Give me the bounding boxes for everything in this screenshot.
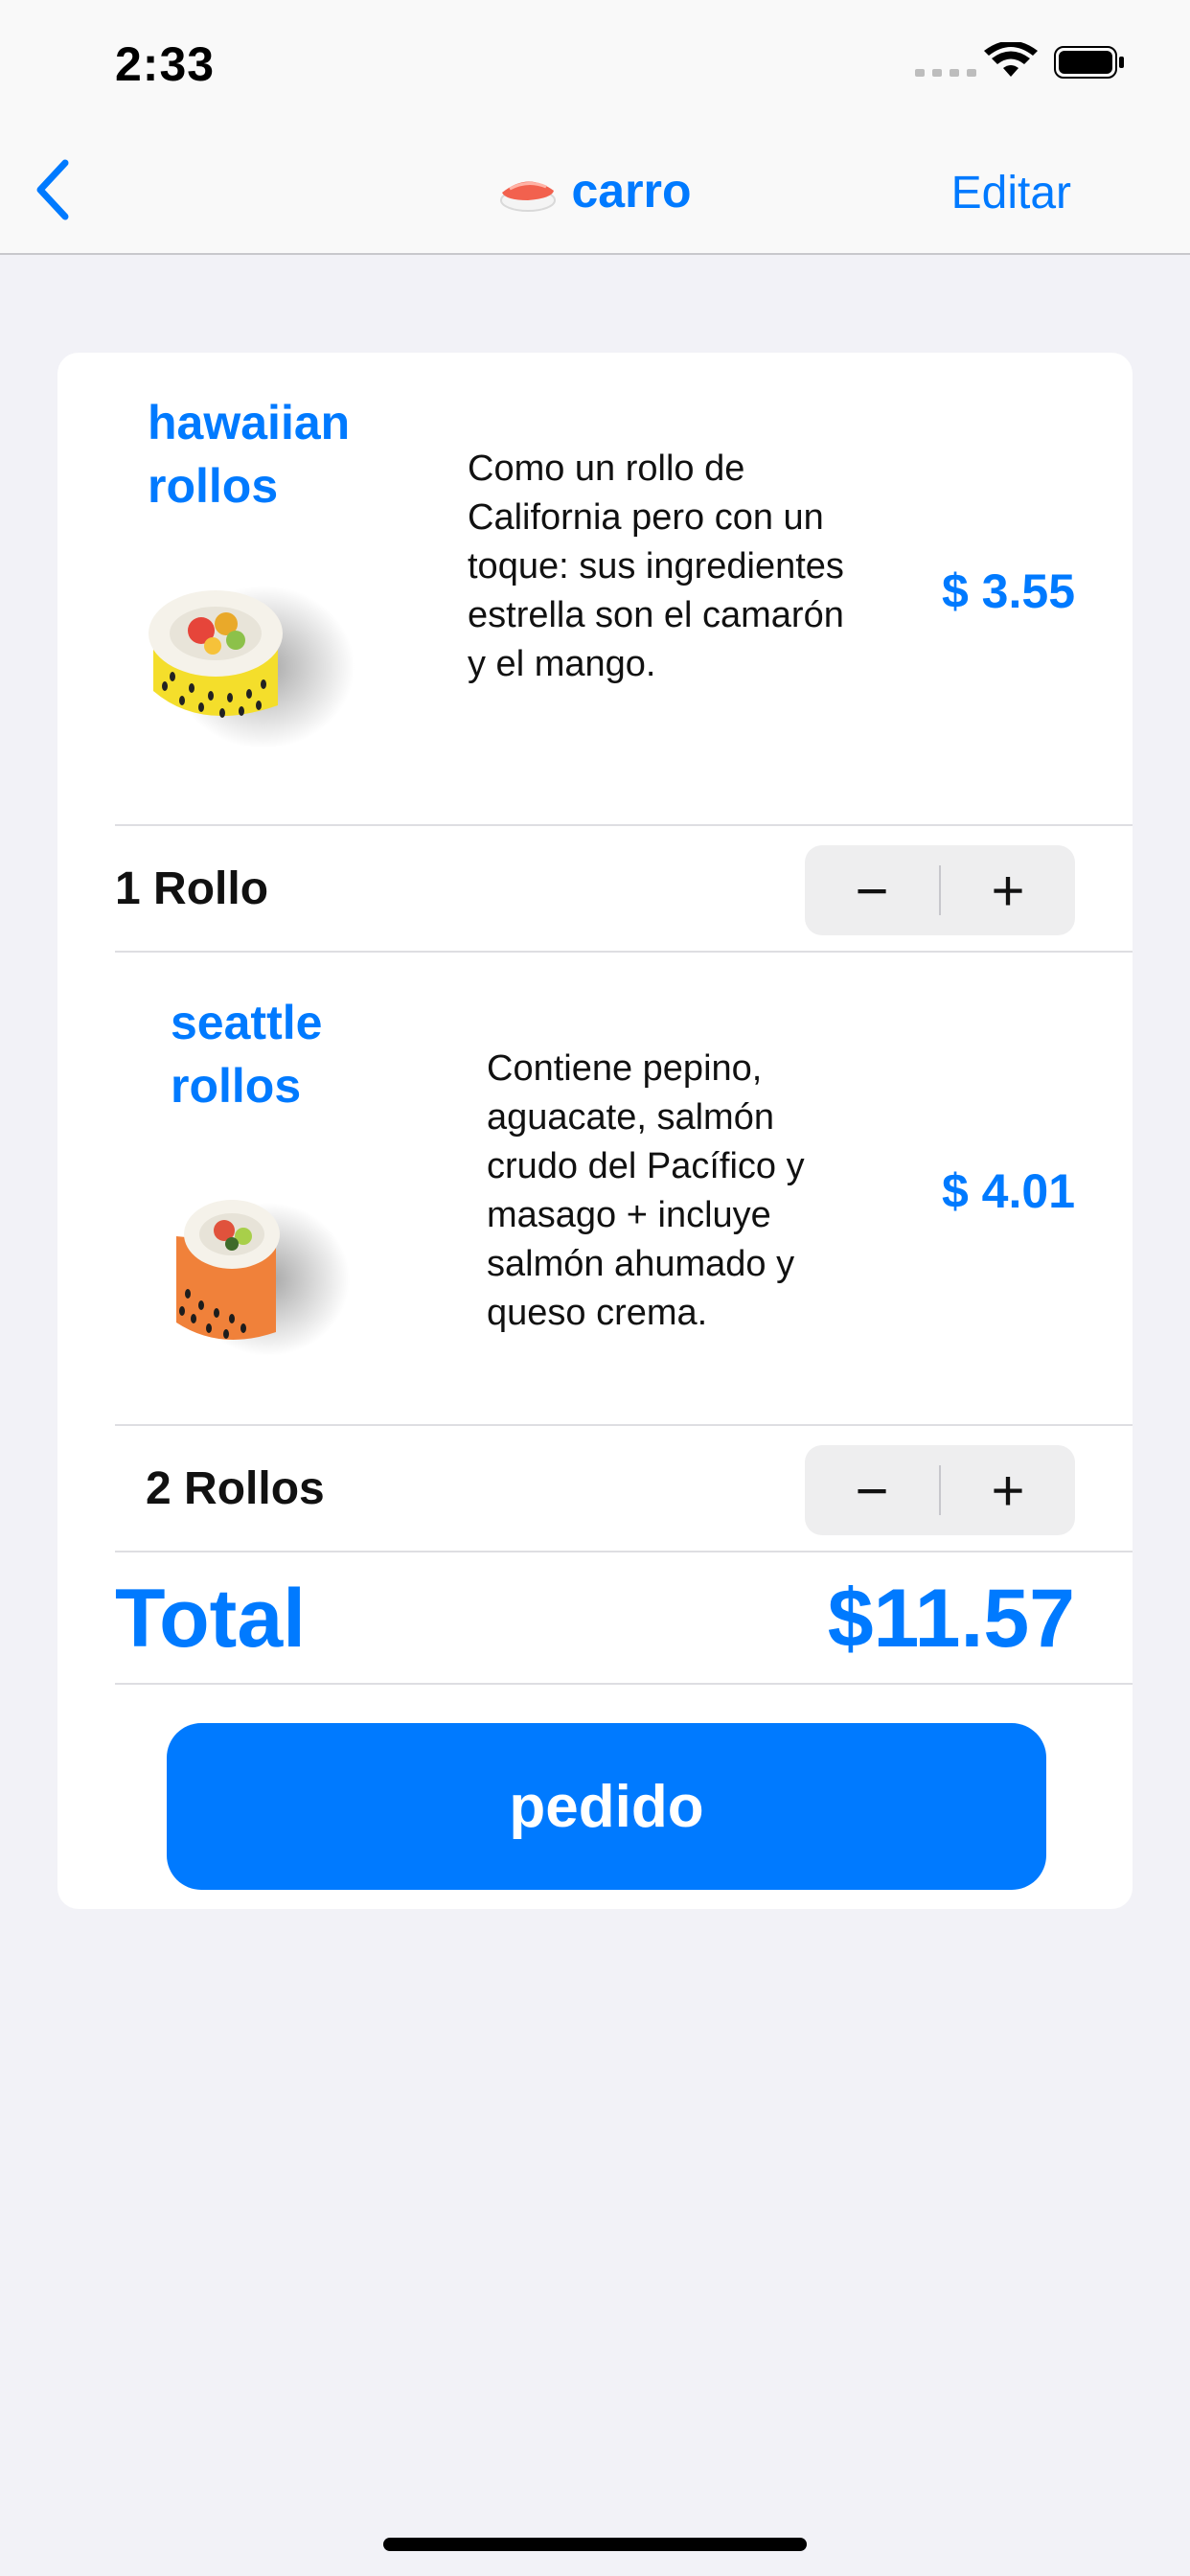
order-button[interactable]: pedido [167, 1723, 1046, 1890]
total-label: Total [115, 1573, 307, 1665]
cart-card: hawaiian rollos Como un rollo de Califor… [57, 353, 1133, 1909]
increase-button[interactable]: + [941, 1445, 1075, 1535]
page-title: carro [571, 164, 692, 218]
item-description: Como un rollo de California pero con un … [468, 448, 844, 684]
status-bar: 2:33 [0, 0, 1190, 125]
divider [115, 1683, 1133, 1685]
status-time: 2:33 [115, 37, 216, 91]
seattle-roll-image [176, 1200, 350, 1356]
quantity-stepper: − + [805, 845, 1075, 935]
decrease-button[interactable]: − [805, 1445, 939, 1535]
divider [115, 1551, 1133, 1552]
decrease-button[interactable]: − [805, 845, 939, 935]
navigation-bar: carro Editar [0, 125, 1190, 255]
item-quantity: 2 Rollos [146, 1463, 325, 1514]
wifi-icon [984, 42, 1038, 77]
item-quantity: 1 Rollo [115, 863, 269, 914]
total-value: $11.57 [827, 1573, 1075, 1665]
divider [115, 824, 1133, 826]
edit-button[interactable]: Editar [951, 167, 1071, 219]
divider [115, 951, 1133, 953]
item-name: seattle rollos [171, 996, 323, 1113]
item-price: $ 4.01 [941, 1164, 1075, 1218]
divider [115, 1424, 1133, 1426]
item-description: Contiene pepino, aguacate, salmón crudo … [487, 1048, 805, 1333]
battery-icon [1054, 46, 1124, 79]
quantity-stepper: − + [805, 1445, 1075, 1535]
cellular-signal-icon [915, 69, 976, 77]
item-price: $ 3.55 [941, 564, 1075, 618]
hawaiian-roll-image [149, 586, 355, 748]
increase-button[interactable]: + [941, 845, 1075, 935]
home-indicator [383, 2538, 807, 2551]
sushi-icon [500, 181, 557, 212]
item-name: hawaiian rollos [148, 396, 351, 513]
